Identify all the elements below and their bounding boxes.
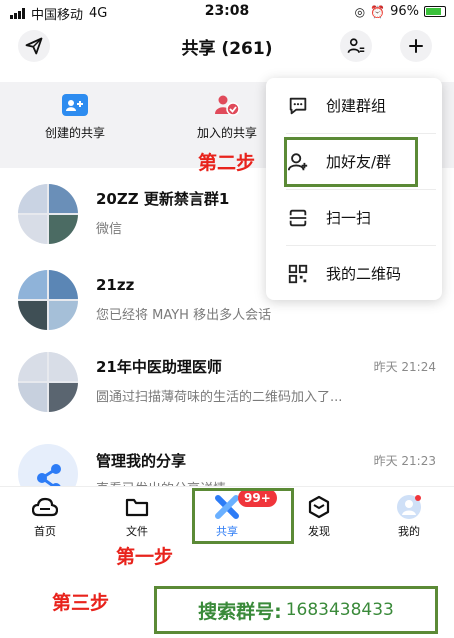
- tab-home[interactable]: 首页: [10, 495, 80, 539]
- step1-label: 第一步: [116, 546, 174, 568]
- created-shares-button[interactable]: 创建的共享: [20, 94, 130, 141]
- header: 共享 (261): [0, 26, 454, 66]
- scan-icon: [286, 206, 310, 230]
- item-name: 管理我的分享: [96, 452, 187, 470]
- avatar-icon: [396, 495, 422, 519]
- tab-files[interactable]: 文件: [102, 495, 172, 539]
- highlight-box-share-tab: [192, 488, 294, 544]
- person-list-icon: [347, 38, 365, 53]
- menu-item-label: 扫一扫: [326, 209, 372, 227]
- tab-label: 发现: [308, 525, 330, 538]
- popup-menu: 创建群组 加好友/群 扫一扫 我的二维码: [266, 78, 442, 300]
- item-subtitle: 直看已发出的分享详情: [96, 478, 426, 486]
- menu-item-scan[interactable]: 扫一扫: [266, 190, 442, 245]
- tab-discover[interactable]: 发现: [284, 495, 354, 539]
- step2-label: 第二步: [198, 152, 256, 174]
- tab-label: 首页: [34, 525, 56, 538]
- list-item[interactable]: 管理我的分享 昨天 21:23 直看已发出的分享详情: [0, 440, 454, 486]
- item-subtitle: 圆通过扫描薄荷味的生活的二维码加入了...: [96, 390, 343, 405]
- tab-label: 我的: [398, 525, 420, 538]
- shared-folder-icon: [62, 94, 88, 116]
- lock-rotation-icon: ◎: [354, 4, 366, 19]
- contacts-button[interactable]: [340, 30, 372, 62]
- item-name: 21年中医助理医师: [96, 358, 222, 376]
- page-title: 共享 (261): [181, 39, 273, 59]
- search-group-label: 搜索群号:: [198, 600, 282, 623]
- cloud-icon: [32, 495, 58, 519]
- cube-icon: [306, 495, 332, 519]
- share-icon: [37, 464, 61, 486]
- folder-icon: [124, 495, 150, 519]
- qr-code-icon: [286, 262, 310, 286]
- joined-group-icon: [214, 94, 240, 116]
- menu-item-create-group[interactable]: 创建群组: [266, 78, 442, 133]
- created-shares-label: 创建的共享: [44, 126, 105, 140]
- item-name: 20ZZ 更新禁言群1: [96, 190, 230, 208]
- group-avatar: [18, 270, 78, 330]
- step3-label: 第三步: [52, 592, 110, 614]
- alarm-icon: ⏰: [370, 4, 386, 19]
- add-button[interactable]: [400, 30, 432, 62]
- chat-bubble-icon: [286, 94, 310, 118]
- highlight-box-add-friend: [284, 137, 418, 187]
- group-number: 1683438433: [285, 600, 394, 620]
- menu-item-my-qr-code[interactable]: 我的二维码: [266, 246, 442, 301]
- menu-item-label: 我的二维码: [326, 265, 402, 283]
- group-avatar: [18, 352, 78, 412]
- group-avatar: [18, 184, 78, 244]
- group-search-box: 搜索群号: 1683438433: [154, 586, 438, 634]
- status-bar: 中国移动 4G 23:08 ◎ ⏰ 96%: [0, 0, 454, 24]
- item-time: 昨天 21:23: [373, 454, 436, 468]
- list-item[interactable]: 21年中医助理医师 昨天 21:24 圆通过扫描薄荷味的生活的二维码加入了...: [0, 348, 454, 438]
- battery-percent: 96%: [390, 4, 419, 19]
- item-subtitle: 您已经将 MAYH 移出多人会话: [96, 308, 272, 323]
- battery-icon: [424, 6, 446, 17]
- share-manage-avatar: [18, 444, 78, 486]
- menu-item-label: 创建群组: [326, 97, 387, 115]
- plus-icon: [409, 39, 423, 53]
- tab-label: 文件: [126, 525, 148, 538]
- tab-me[interactable]: 我的: [374, 495, 444, 539]
- item-time: 昨天 21:24: [373, 360, 436, 374]
- item-name: 21zz: [96, 276, 135, 294]
